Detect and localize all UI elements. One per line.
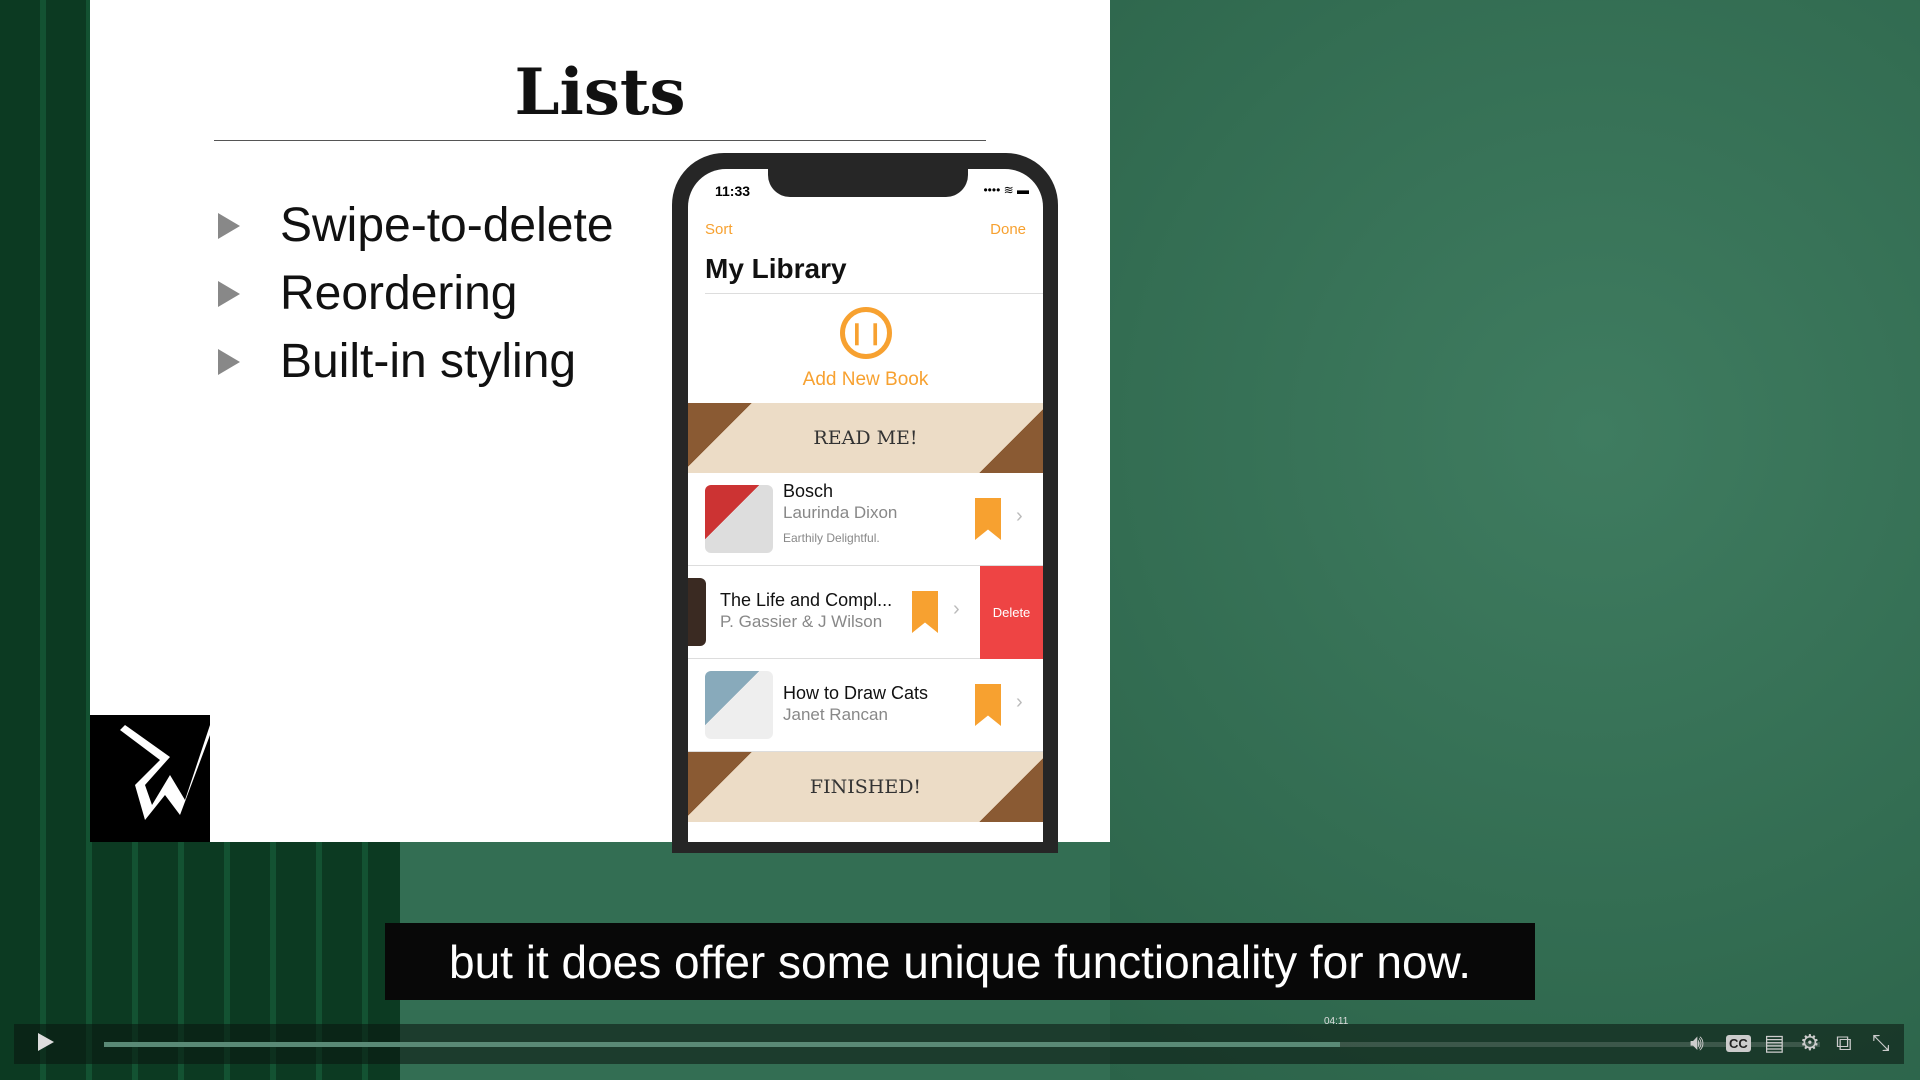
divider [214,140,986,141]
book-title: Bosch [783,481,834,501]
seek-progress[interactable] [104,1042,1340,1047]
time-tooltip: 04:11 [1324,1016,1349,1027]
gear-icon[interactable]: ⚙ [1800,1030,1820,1056]
library-heading: My Library [705,253,847,284]
transcript-icon[interactable]: ▤ [1764,1030,1785,1056]
bullet-text: Swipe-to-delete [280,199,614,252]
rw-logo [90,715,210,842]
section-header-read-me: READ ME! [688,403,1043,473]
bookmark-icon [975,498,1001,540]
status-time: 11:33 [715,183,751,199]
book-row[interactable]: Bosch Laurinda Dixon Earthily Delightful… [688,473,1043,566]
sort-button[interactable]: Sort [705,221,733,238]
exit-fullscreen-icon[interactable]: ⤡ [1872,1030,1890,1056]
book-row[interactable]: How to Draw Cats Janet Rancan › [688,659,1043,752]
chevron-right-icon: › [1016,691,1023,713]
phone-screen: 11:33 •••• ≋ ▬ Sort Done My Library ❙❙ A… [688,169,1043,842]
book-cover [705,671,773,739]
play-icon[interactable] [38,1033,54,1051]
add-new-book-button[interactable]: Add New Book [688,369,1043,391]
book-author: P. Gassier & J Wilson [720,612,883,631]
book-author: Laurinda Dixon [783,503,898,522]
rw-logo-icon [120,725,210,820]
phone-notch [768,169,968,197]
background-presenter [1110,0,1920,1080]
delete-button[interactable]: Delete [980,566,1043,659]
chevron-right-icon: › [953,598,960,620]
slide-title: Lists [514,55,686,130]
caption: but it does offer some unique functional… [385,923,1535,1000]
book-author: Janet Rancan [783,705,888,724]
triangle-bullet-icon [218,212,240,239]
bookmark-icon [912,591,938,633]
triangle-bullet-icon [218,280,240,307]
bookmark-icon [975,684,1001,726]
picture-in-picture-icon[interactable]: ⧉ [1836,1030,1852,1056]
book-cover [688,578,706,646]
book-cover [705,485,773,553]
chevron-right-icon: › [1016,505,1023,527]
triangle-bullet-icon [218,348,240,375]
book-title: How to Draw Cats [783,683,929,703]
bullet-item: Reordering [218,266,517,321]
bullet-text: Reordering [280,267,518,320]
slide: Lists Swipe-to-delete Reordering Built-i… [90,0,1110,853]
volume-icon[interactable]: 🔊︎ [1690,1030,1704,1056]
book-icon[interactable]: ❙❙ [840,307,892,359]
book-review: Earthily Delightful. [783,531,880,545]
bullet-text: Built-in styling [280,335,577,388]
cc-icon[interactable]: CC [1726,1035,1751,1052]
done-button[interactable]: Done [990,221,1026,238]
bullet-item: Built-in styling [218,334,576,389]
section-header-finished: FINISHED! [688,752,1043,822]
book-title: The Life and Compl... [720,590,893,610]
phone-mockup: 11:33 •••• ≋ ▬ Sort Done My Library ❙❙ A… [672,153,1058,853]
divider [705,293,1043,294]
bullet-item: Swipe-to-delete [218,198,614,253]
status-icons: •••• ≋ ▬ [983,183,1029,197]
book-row-swiped[interactable]: The Life and Compl... P. Gassier & J Wil… [688,566,1043,659]
